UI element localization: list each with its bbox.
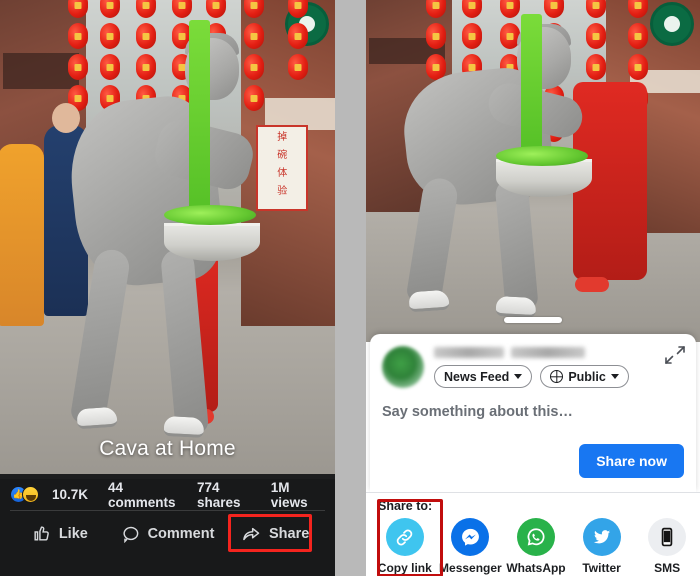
street-performer-figure (60, 19, 268, 470)
share-target-label: SMS (654, 561, 681, 575)
author-name-redacted (434, 347, 684, 358)
expand-diagonal-icon (665, 346, 685, 364)
street-performer-figure (393, 14, 600, 336)
composer-dropdowns: News Feed Public (434, 365, 684, 388)
comment-bubble-icon (123, 526, 138, 543)
share-to-label: Share to: (378, 499, 433, 513)
share-target-whatsapp[interactable]: WhatsApp (503, 518, 569, 575)
audience-dropdown-label: News Feed (444, 369, 510, 384)
twitter-bird-icon (582, 518, 621, 556)
comment-button-label: Comment (147, 525, 215, 542)
view-count: 1M views (270, 479, 308, 510)
privacy-dropdown[interactable]: Public (540, 365, 629, 388)
share-target-twitter[interactable]: Twitter (569, 518, 635, 575)
share-target-copy-link[interactable]: Copy link (372, 518, 438, 575)
haha-laughing-icon (22, 486, 39, 503)
expand-button[interactable] (664, 344, 686, 366)
like-button-label: Like (58, 525, 88, 542)
whatsapp-phone-icon (516, 518, 555, 556)
share-target-label: Copy link (377, 561, 432, 575)
post-actions-row: Like Comment Share (0, 511, 335, 556)
share-now-button[interactable]: Share now (579, 444, 684, 478)
video-caption-overlay: Cava at Home (99, 437, 236, 460)
bystander-figure (0, 143, 44, 326)
video-bottom-bar (0, 474, 335, 479)
share-target-list: Copy link Messenger WhatsApp Twitter SMS (366, 513, 700, 575)
screenshot-root: 掉碗体验 Cava at Home 👍 10.7K 44 comments 77… (0, 0, 700, 576)
video-frame-scene (366, 0, 700, 342)
share-target-messenger[interactable]: Messenger (438, 518, 504, 575)
share-button[interactable]: Share (221, 517, 329, 551)
share-composer-dialog: News Feed Public Say something about thi… (370, 334, 696, 492)
right-share-panel: News Feed Public Say something about thi… (366, 0, 700, 576)
share-target-label: Messenger (439, 561, 502, 575)
comment-count[interactable]: 44 comments (108, 480, 187, 510)
share-target-sms[interactable]: SMS (634, 518, 700, 575)
composer-header: News Feed Public (370, 334, 696, 388)
reaction-icons-group[interactable] (10, 486, 39, 503)
thumbs-up-icon (34, 526, 49, 541)
link-chain-icon (385, 518, 424, 556)
composer-header-right: News Feed Public (434, 346, 684, 388)
starbucks-sign-icon (650, 2, 694, 46)
reaction-count: 10.7K (52, 487, 89, 502)
post-stats-row: 10.7K 44 comments 774 shares 1M views (0, 479, 335, 510)
right-video-player[interactable] (366, 0, 700, 342)
comment-button[interactable]: Comment (114, 517, 222, 551)
share-target-label: WhatsApp (506, 561, 566, 575)
avatar (382, 346, 424, 388)
globe-icon (550, 370, 564, 383)
share-target-label: Twitter (582, 561, 621, 575)
chevron-down-icon (610, 374, 619, 379)
composer-placeholder[interactable]: Say something about this… (382, 404, 696, 420)
lantern-string (288, 0, 308, 85)
share-count[interactable]: 774 shares (197, 480, 261, 510)
privacy-dropdown-label: Public (568, 369, 606, 384)
chevron-down-icon (514, 374, 523, 379)
left-post-panel: 掉碗体验 Cava at Home 👍 10.7K 44 comments 77… (0, 0, 335, 576)
messenger-bolt-icon (451, 518, 490, 556)
audience-dropdown[interactable]: News Feed (434, 365, 533, 388)
video-frame-scene: 掉碗体验 (0, 0, 335, 479)
left-video-player[interactable]: 掉碗体验 Cava at Home (0, 0, 335, 479)
mobile-phone-icon (648, 518, 687, 556)
share-button-label: Share (269, 525, 310, 542)
panel-separator-gap (335, 0, 366, 576)
like-button[interactable]: Like (6, 517, 114, 551)
share-arrow-icon (243, 527, 260, 540)
share-to-section: Share to: Copy link Messenger WhatsApp T… (366, 492, 700, 576)
video-progress-indicator[interactable] (504, 317, 562, 323)
